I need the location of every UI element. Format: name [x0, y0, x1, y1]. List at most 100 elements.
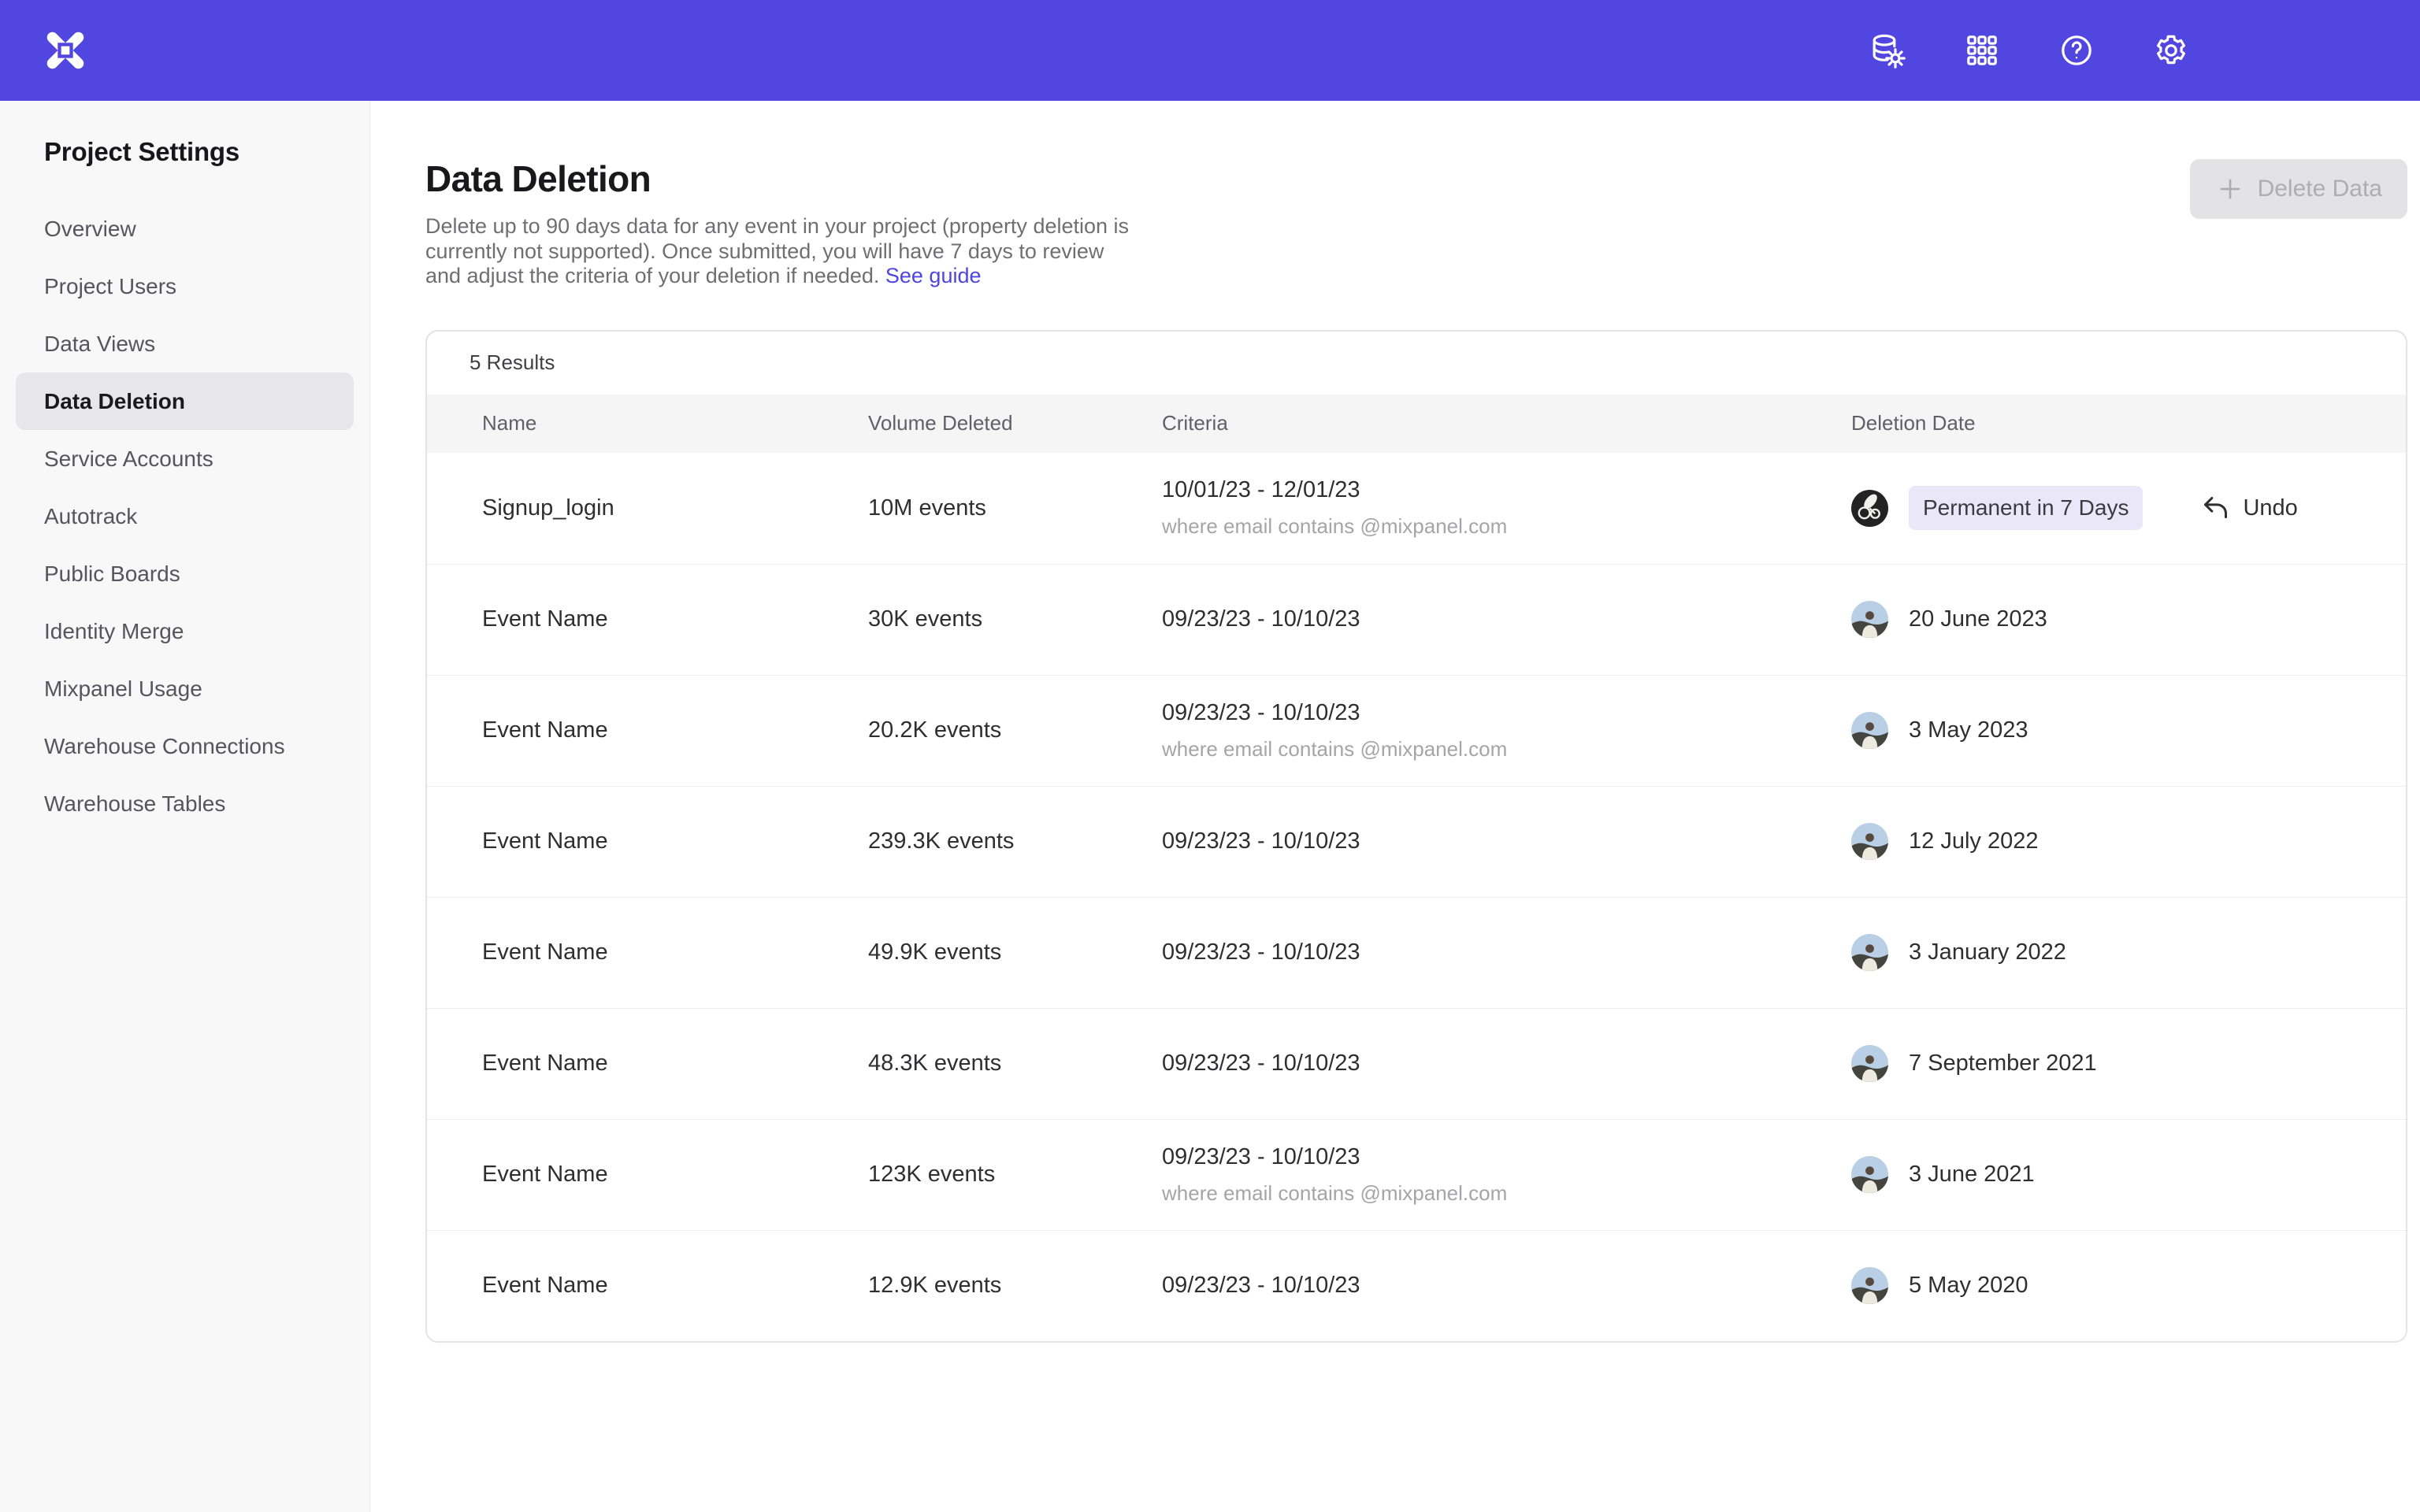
row-deletion-cell: 12 July 2022	[1851, 823, 2406, 860]
page-header: Data Deletion Delete up to 90 days data …	[425, 158, 2407, 289]
deletion-date: 3 June 2021	[1909, 1162, 2035, 1188]
deletion-date: 5 May 2020	[1909, 1273, 2028, 1299]
sidebar-item-data-views[interactable]: Data Views	[0, 315, 369, 372]
topbar-icons	[1869, 32, 2190, 69]
sidebar-item-autotrack[interactable]: Autotrack	[0, 487, 369, 545]
mixpanel-logo[interactable]	[41, 26, 90, 75]
sidebar-item-warehouse-connections[interactable]: Warehouse Connections	[0, 717, 369, 775]
row-name: Event Name	[427, 939, 868, 965]
results-count: 5 Results	[427, 332, 2406, 395]
row-name: Event Name	[427, 1051, 868, 1077]
row-criteria-range: 09/23/23 - 10/10/23	[1162, 1273, 1851, 1299]
table-row: Event Name 239.3K events 09/23/23 - 10/1…	[427, 786, 2406, 897]
column-header-deletion-date: Deletion Date	[1851, 411, 2406, 435]
sidebar-nav: Overview Project Users Data Views Data D…	[0, 200, 369, 832]
row-volume: 12.9K events	[868, 1273, 1162, 1299]
deletion-date: 20 June 2023	[1909, 606, 2047, 632]
row-deletion-cell: 20 June 2023	[1851, 601, 2406, 638]
row-criteria-filter: where email contains @mixpanel.com	[1162, 1181, 1851, 1206]
row-criteria-range: 09/23/23 - 10/10/23	[1162, 1051, 1851, 1077]
undo-button[interactable]: Undo	[2199, 492, 2297, 524]
sidebar-item-mixpanel-usage[interactable]: Mixpanel Usage	[0, 660, 369, 717]
database-gear-glyph	[1869, 32, 1906, 69]
dark-logo-avatar	[1851, 490, 1888, 527]
row-deletion-cell: 3 January 2022	[1851, 934, 2406, 971]
row-name: Event Name	[427, 1273, 868, 1299]
undo-arrow-icon	[2199, 492, 2231, 524]
deletion-date: 3 May 2023	[1909, 717, 2028, 743]
user-photo-avatar	[1851, 1045, 1888, 1082]
row-criteria-cell: 09/23/23 - 10/10/23	[1162, 939, 1851, 965]
row-criteria-range: 09/23/23 - 10/10/23	[1162, 700, 1851, 726]
table-row: Event Name 49.9K events 09/23/23 - 10/10…	[427, 897, 2406, 1008]
sidebar-item-overview[interactable]: Overview	[0, 200, 369, 258]
sidebar-title: Project Settings	[0, 137, 369, 167]
sidebar-item-project-users[interactable]: Project Users	[0, 258, 369, 315]
row-volume: 48.3K events	[868, 1051, 1162, 1077]
row-criteria-filter: where email contains @mixpanel.com	[1162, 737, 1851, 762]
delete-data-button-label: Delete Data	[2258, 176, 2382, 202]
plus-icon	[2215, 174, 2245, 204]
sidebar-item-public-boards[interactable]: Public Boards	[0, 545, 369, 602]
see-guide-link[interactable]: See guide	[885, 264, 982, 287]
table-header-row: Name Volume Deleted Criteria Deletion Da…	[427, 395, 2406, 453]
row-criteria-range: 09/23/23 - 10/10/23	[1162, 1144, 1851, 1170]
row-criteria-cell: 10/01/23 - 12/01/23 where email contains…	[1162, 477, 1851, 539]
user-photo-avatar	[1851, 823, 1888, 860]
row-criteria-cell: 09/23/23 - 10/10/23 where email contains…	[1162, 1144, 1851, 1206]
row-name: Event Name	[427, 1162, 868, 1188]
row-criteria-cell: 09/23/23 - 10/10/23	[1162, 828, 1851, 854]
row-deletion-cell: 3 June 2021	[1851, 1156, 2406, 1193]
row-deletion-cell: 3 May 2023	[1851, 712, 2406, 749]
row-deletion-cell: 7 September 2021	[1851, 1045, 2406, 1082]
avatar-image	[1851, 712, 1888, 749]
table-row: Event Name 12.9K events 09/23/23 - 10/10…	[427, 1230, 2406, 1341]
delete-data-button[interactable]: Delete Data	[2190, 159, 2407, 219]
avatar-image	[1851, 1156, 1888, 1193]
avatar-image	[1851, 823, 1888, 860]
row-criteria-cell: 09/23/23 - 10/10/23	[1162, 1273, 1851, 1299]
row-deletion-cell: Permanent in 7 Days Undo	[1851, 486, 2406, 530]
column-header-criteria: Criteria	[1162, 411, 1851, 435]
settings-gear-icon[interactable]	[2152, 32, 2190, 69]
row-criteria-filter: where email contains @mixpanel.com	[1162, 514, 1851, 539]
help-icon[interactable]	[2058, 32, 2095, 69]
row-volume: 123K events	[868, 1162, 1162, 1188]
topbar	[0, 0, 2420, 101]
row-name: Event Name	[427, 717, 868, 743]
row-criteria-range: 09/23/23 - 10/10/23	[1162, 939, 1851, 965]
apps-grid-glyph	[1963, 32, 2001, 69]
table-row: Signup_login 10M events 10/01/23 - 12/01…	[427, 453, 2406, 564]
deletion-date: 3 January 2022	[1909, 939, 2066, 965]
row-volume: 239.3K events	[868, 828, 1162, 854]
row-volume: 10M events	[868, 495, 1162, 521]
row-name: Event Name	[427, 606, 868, 632]
row-criteria-range: 09/23/23 - 10/10/23	[1162, 606, 1851, 632]
table-row: Event Name 48.3K events 09/23/23 - 10/10…	[427, 1008, 2406, 1119]
sidebar-item-service-accounts[interactable]: Service Accounts	[0, 430, 369, 487]
deletion-date: 7 September 2021	[1909, 1051, 2097, 1077]
deletion-table-card: 5 Results Name Volume Deleted Criteria D…	[425, 330, 2407, 1343]
user-photo-avatar	[1851, 1267, 1888, 1304]
user-photo-avatar	[1851, 712, 1888, 749]
sidebar-item-data-deletion[interactable]: Data Deletion	[16, 372, 354, 430]
sidebar-item-identity-merge[interactable]: Identity Merge	[0, 602, 369, 660]
row-criteria-cell: 09/23/23 - 10/10/23 where email contains…	[1162, 700, 1851, 762]
page-description-text: Delete up to 90 days data for any event …	[425, 214, 1129, 287]
avatar-image	[1851, 934, 1888, 971]
status-badge: Permanent in 7 Days	[1909, 486, 2143, 530]
undo-button-label: Undo	[2243, 495, 2297, 521]
apps-grid-icon[interactable]	[1963, 32, 2001, 69]
avatar-image	[1851, 1045, 1888, 1082]
table-row: Event Name 123K events 09/23/23 - 10/10/…	[427, 1119, 2406, 1230]
sidebar-item-warehouse-tables[interactable]: Warehouse Tables	[0, 775, 369, 832]
row-volume: 20.2K events	[868, 717, 1162, 743]
mixpanel-logo-icon	[41, 26, 90, 75]
main-content: Data Deletion Delete up to 90 days data …	[370, 101, 2420, 1512]
user-photo-avatar	[1851, 601, 1888, 638]
avatar-image	[1851, 601, 1888, 638]
sidebar: Project Settings Overview Project Users …	[0, 101, 370, 1512]
data-management-icon[interactable]	[1869, 32, 1906, 69]
deletion-date: 12 July 2022	[1909, 828, 2038, 854]
gear-glyph	[2152, 32, 2190, 69]
